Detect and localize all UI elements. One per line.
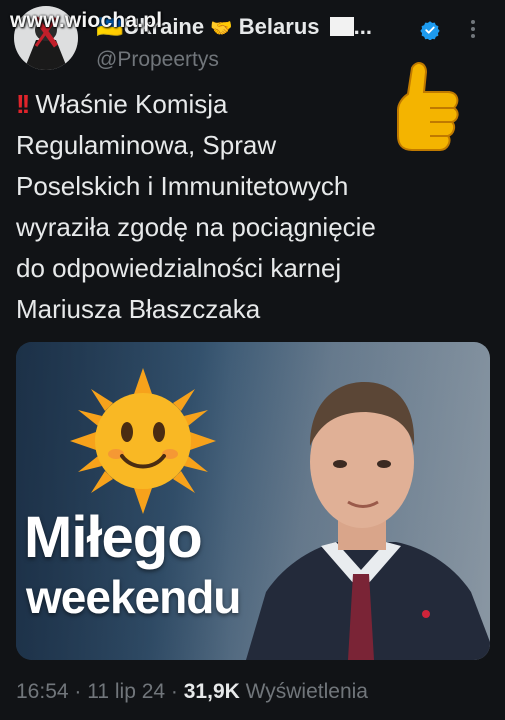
views-count: 31,9K [183,680,240,703]
tweet-date[interactable]: 11 lip 24 [87,680,165,703]
handshake-icon: 🤝 [210,18,233,38]
sun-emoji-icon [70,368,216,514]
tweet-media-image[interactable]: Miłego weekendu [16,342,490,660]
double-exclamation-icon: !! [16,89,30,119]
meta-separator: · [68,680,88,703]
display-name-ellipsis: ... [353,14,372,39]
display-name-suffix: Belarus [238,14,320,39]
tweet-time[interactable]: 16:54 [16,680,69,703]
tweet-line: wyraziła zgodę na pociągnięcie [16,212,376,242]
tweet-line: Mariusza Błaszczaka [16,294,261,324]
tweet-line: do odpowiedzialności karnej [16,253,342,283]
tweet-line-text: Właśnie Komisja [35,89,228,119]
tweet-line: Regulaminowa, Spraw [16,130,277,160]
watermark: www.wiocha.pl [10,9,163,32]
verified-badge-icon [420,21,440,40]
tweet-line: Poselskich i Immunitetowych [16,171,349,201]
image-caption-line1: Miłego [24,505,203,570]
person-photo [246,382,490,660]
meta-separator: · [165,680,184,703]
tweet-line: !! Właśnie Komisja [16,84,436,125]
image-caption-line2: weekendu [26,571,241,623]
more-options-icon[interactable] [470,18,476,40]
views-label: Wyświetlenia [239,680,368,703]
user-handle[interactable]: @Propeertys [96,48,219,72]
flag-icon [329,17,354,36]
tweet-text: !! Właśnie Komisja Regulaminowa, Spraw Po… [16,84,436,330]
tweet-meta: 16:54 · 11 lip 24 · 31,9K Wyświetlenia [16,680,368,704]
